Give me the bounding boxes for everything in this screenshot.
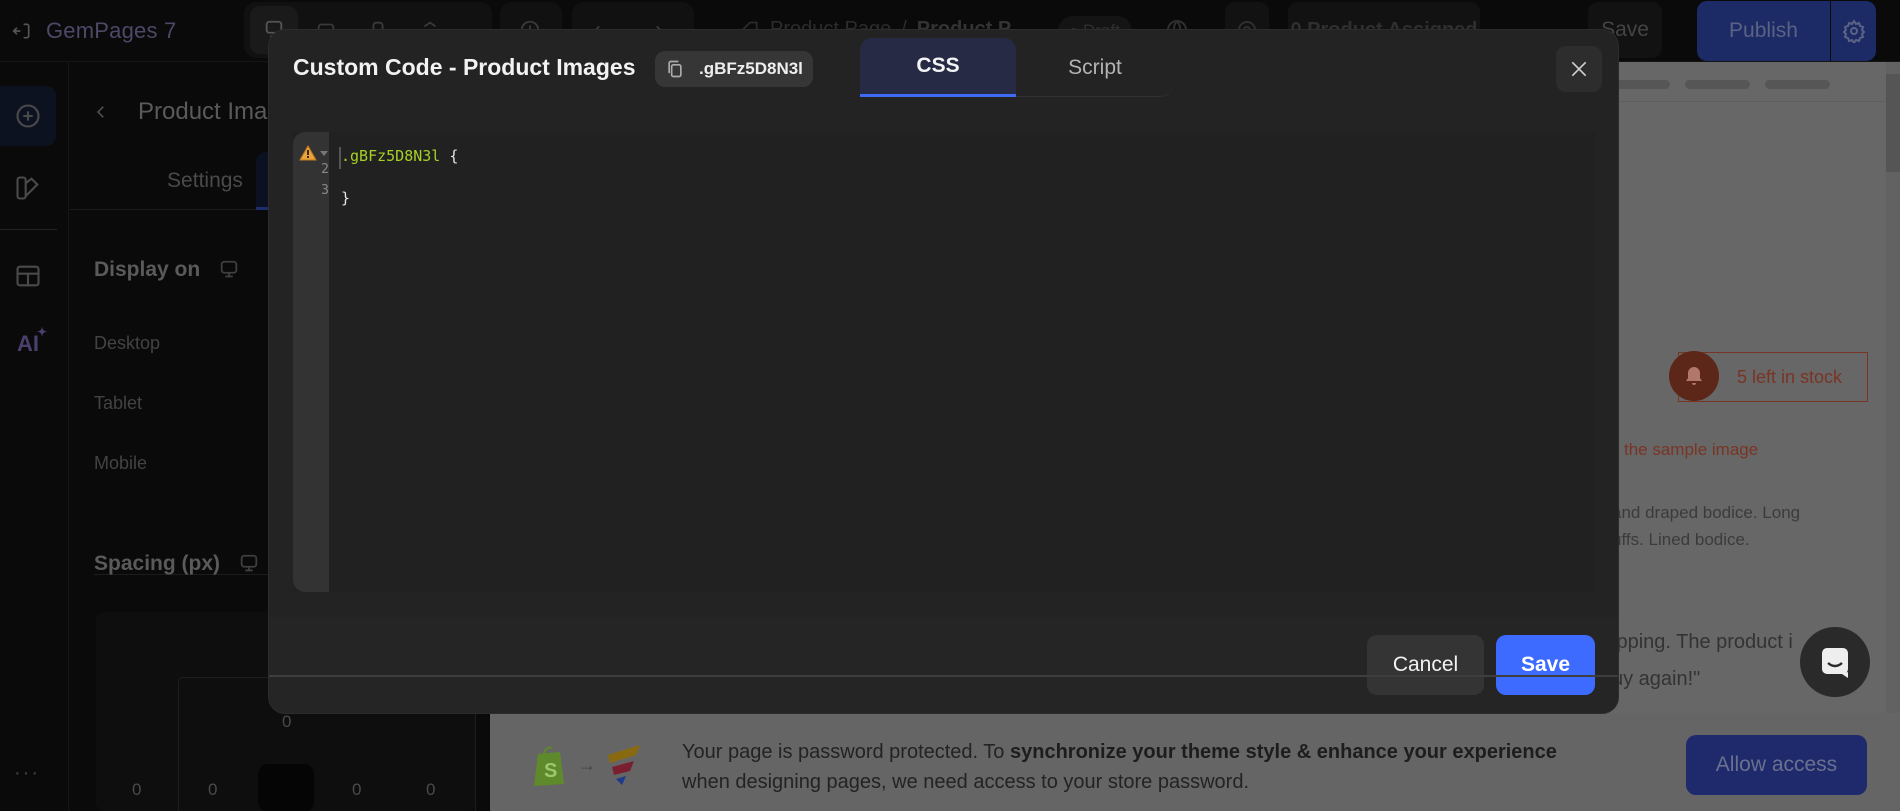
chat-support-button[interactable]: [1800, 627, 1870, 697]
publish-button[interactable]: Publish: [1697, 1, 1830, 61]
spacing-title: Spacing (px): [94, 552, 260, 576]
layout-icon: [16, 265, 40, 287]
custom-code-modal: Custom Code - Product Images .gBFz5D8N3l…: [269, 30, 1618, 713]
left-rail: AI ✦ ···: [0, 62, 69, 811]
password-notice-text: Your page is password protected. To sync…: [682, 737, 1557, 797]
scrollbar-thumb[interactable]: [1886, 74, 1900, 172]
desktop-icon: [220, 260, 238, 278]
code-editor[interactable]: 2 3 .gBFz5D8N3l { }: [293, 132, 1595, 592]
code-line: .gBFz5D8N3l {: [341, 147, 458, 165]
review-line: uy again!": [1612, 668, 1701, 690]
spacing-element-preview: [258, 764, 314, 811]
spacing-label: Spacing (px): [94, 552, 221, 575]
sample-note: the sample image: [1624, 440, 1759, 459]
margin-right-value[interactable]: 0: [426, 780, 435, 800]
description-line: uffs. Lined bodice.: [1612, 530, 1750, 549]
fold-arrow-icon[interactable]: [320, 151, 328, 156]
plus-circle-icon: [16, 104, 40, 128]
padding-right-value[interactable]: 0: [352, 780, 361, 800]
bell-icon: [1669, 351, 1719, 401]
rail-item-add-element[interactable]: [0, 86, 56, 146]
sync-icons: S →: [530, 743, 642, 787]
chevron-left-icon[interactable]: [92, 103, 110, 121]
save-button[interactable]: Save: [1496, 635, 1595, 695]
ai-sparkle-icon: AI ✦: [17, 325, 47, 356]
class-name: .gBFz5D8N3l: [699, 59, 803, 78]
rail-divider: [0, 229, 57, 230]
gear-icon: [1842, 19, 1865, 43]
tab-script[interactable]: Script: [1016, 38, 1174, 97]
palette-icon: [16, 176, 39, 200]
line-number: 2: [321, 162, 329, 177]
product-description: and draped bodice. Long uffs. Lined bodi…: [1612, 499, 1800, 553]
description-line: and draped bodice. Long: [1612, 503, 1801, 522]
display-option-desktop[interactable]: Desktop: [94, 333, 160, 354]
cancel-button[interactable]: Cancel: [1367, 635, 1484, 695]
rail-item-layouts[interactable]: [0, 246, 56, 306]
svg-text:S: S: [544, 760, 557, 782]
close-icon: [1571, 61, 1587, 77]
notice-line2: when designing pages, we need access to …: [682, 771, 1250, 793]
canvas-nav-placeholder: [1605, 80, 1830, 89]
rail-item-theme-styles[interactable]: [0, 158, 56, 218]
more-icon[interactable]: ···: [14, 762, 40, 785]
gempages-logo-icon: [608, 745, 640, 785]
display-option-mobile[interactable]: Mobile: [94, 453, 147, 474]
code-text: }: [341, 189, 351, 207]
review-text: ipping. The product i uy again!": [1612, 624, 1793, 698]
brand: GemPages 7: [12, 14, 176, 48]
stock-badge: 5 left in stock: [1669, 351, 1868, 402]
display-on-label: Display on: [94, 258, 201, 281]
arrow-right-icon: →: [578, 754, 596, 775]
rail-item-ai[interactable]: AI ✦: [0, 314, 56, 374]
class-name-chip[interactable]: .gBFz5D8N3l: [655, 51, 813, 87]
allow-access-button[interactable]: Allow access: [1686, 735, 1867, 795]
exit-icon[interactable]: [12, 21, 32, 41]
display-on-title: Display on: [94, 258, 240, 282]
css-selector: .gBFz5D8N3l: [341, 147, 441, 165]
chat-icon: [1822, 648, 1848, 678]
code-tabs: CSS Script: [860, 38, 1174, 97]
review-line: ipping. The product i: [1612, 631, 1793, 653]
notice-bold: synchronize your theme style & enhance y…: [1010, 741, 1557, 763]
line-number: 3: [321, 183, 329, 198]
warning-icon[interactable]: [299, 145, 317, 161]
shopify-icon: S: [534, 746, 564, 786]
canvas-scrollbar[interactable]: [1886, 62, 1900, 811]
modal-title: Custom Code - Product Images: [293, 54, 636, 80]
copy-icon[interactable]: [665, 59, 685, 79]
code-line: }: [341, 189, 350, 207]
close-button[interactable]: [1556, 46, 1602, 92]
app-root: GemPages 7 Product Page / Product P... S…: [0, 0, 1900, 811]
padding-top-value[interactable]: 0: [282, 712, 291, 732]
editor-gutter: 2 3: [293, 132, 329, 592]
margin-left-value[interactable]: 0: [132, 780, 141, 800]
password-notice-bar: S → Your page is password protected. To …: [490, 713, 1900, 811]
padding-left-value[interactable]: 0: [208, 780, 217, 800]
stock-text: 5 left in stock: [1737, 366, 1843, 387]
brand-name: GemPages 7: [46, 18, 177, 43]
footer-divider: [269, 675, 1618, 677]
notice-plain: Your page is password protected. To: [682, 741, 1010, 763]
display-option-tablet[interactable]: Tablet: [94, 393, 142, 414]
code-text: {: [440, 147, 459, 165]
publish-settings-button[interactable]: [1831, 1, 1876, 61]
desktop-icon: [240, 554, 258, 572]
tab-css[interactable]: CSS: [860, 38, 1016, 97]
